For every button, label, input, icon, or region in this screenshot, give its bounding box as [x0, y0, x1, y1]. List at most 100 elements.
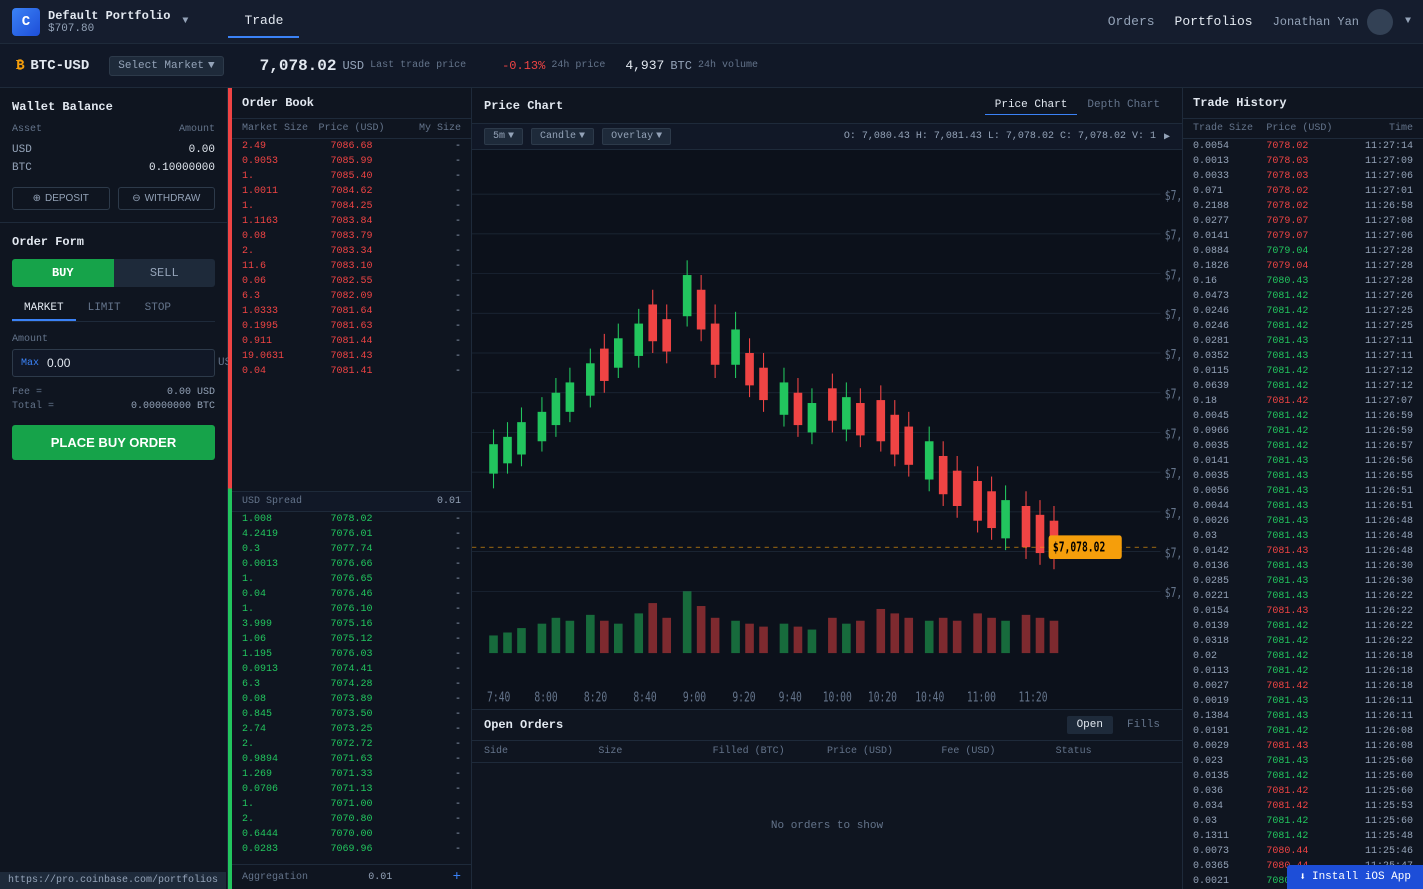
select-market-btn[interactable]: Select Market ▼: [109, 56, 223, 76]
buy-my-size: -: [388, 589, 461, 600]
buy-price: 7075.12: [315, 634, 388, 645]
amount-input[interactable]: [39, 350, 210, 376]
buy-order-row[interactable]: 2. 7070.80 -: [232, 812, 471, 827]
nav-tab-trade[interactable]: Trade: [228, 5, 299, 38]
chart-container[interactable]: $7,135 $7,130 $7,125 $7,120 $7,115 $7,11…: [472, 150, 1182, 709]
trade-price: 7081.43: [1266, 336, 1339, 347]
sell-order-row[interactable]: 1.1163 7083.84 -: [232, 214, 471, 229]
trade-time: 11:27:28: [1340, 246, 1413, 257]
sell-order-row[interactable]: 0.9053 7085.99 -: [232, 154, 471, 169]
buy-order-row[interactable]: 1.008 7078.02 -: [232, 512, 471, 527]
nav-portfolios[interactable]: Portfolios: [1175, 14, 1253, 29]
trade-price: 7081.42: [1266, 771, 1339, 782]
chart-header: Price Chart Price Chart Depth Chart: [472, 88, 1182, 124]
trade-size: 0.0884: [1193, 246, 1266, 257]
buy-size: 2.: [242, 814, 315, 825]
url-text: https://pro.coinbase.com/portfolios: [8, 875, 218, 886]
order-type-market[interactable]: MARKET: [12, 297, 76, 321]
sell-order-row[interactable]: 0.911 7081.44 -: [232, 334, 471, 349]
order-type-limit[interactable]: LIMIT: [76, 297, 133, 321]
buy-order-row[interactable]: 0.845 7073.50 -: [232, 707, 471, 722]
portfolio-info[interactable]: Default Portfolio $707.80: [48, 9, 170, 35]
trade-price: 7081.43: [1266, 741, 1339, 752]
buy-order-row[interactable]: 4.2419 7076.01 -: [232, 527, 471, 542]
withdraw-btn[interactable]: ⊖ WITHDRAW: [118, 187, 216, 210]
trade-price: 7080.43: [1266, 276, 1339, 287]
buy-order-row[interactable]: 0.9894 7071.63 -: [232, 752, 471, 767]
buy-order-row[interactable]: 0.08 7073.89 -: [232, 692, 471, 707]
sell-order-row[interactable]: 1. 7084.25 -: [232, 199, 471, 214]
sell-order-row[interactable]: 1.0011 7084.62 -: [232, 184, 471, 199]
sell-tab[interactable]: SELL: [114, 259, 216, 287]
trade-price: 7081.42: [1266, 621, 1339, 632]
sell-order-row[interactable]: 0.08 7083.79 -: [232, 229, 471, 244]
tab-price-chart[interactable]: Price Chart: [985, 96, 1078, 115]
open-tab[interactable]: Open: [1067, 716, 1113, 734]
buy-order-row[interactable]: 1.06 7075.12 -: [232, 632, 471, 647]
portfolio-dropdown-icon[interactable]: ▼: [182, 16, 188, 27]
buy-order-row[interactable]: 0.0013 7076.66 -: [232, 557, 471, 572]
timeframe-selector[interactable]: 5m ▼: [484, 128, 523, 145]
buy-price: 7070.00: [315, 829, 388, 840]
buy-my-size: -: [388, 544, 461, 555]
max-link[interactable]: Max: [13, 358, 39, 369]
trade-size: 0.0026: [1193, 516, 1266, 527]
trade-price: 7081.42: [1266, 306, 1339, 317]
buy-order-row[interactable]: 0.0706 7071.13 -: [232, 782, 471, 797]
buy-price: 7071.00: [315, 799, 388, 810]
trade-size: 0.034: [1193, 801, 1266, 812]
buy-order-row[interactable]: 1. 7071.00 -: [232, 797, 471, 812]
buy-order-row[interactable]: 1.269 7071.33 -: [232, 767, 471, 782]
buy-order-row[interactable]: 2. 7072.72 -: [232, 737, 471, 752]
sell-order-row[interactable]: 1. 7085.40 -: [232, 169, 471, 184]
buy-order-row[interactable]: 3.999 7075.16 -: [232, 617, 471, 632]
overlay-selector[interactable]: Overlay ▼: [602, 128, 671, 145]
trade-time: 11:27:26: [1340, 291, 1413, 302]
buy-order-row[interactable]: 1.195 7076.03 -: [232, 647, 471, 662]
install-bar[interactable]: ⬇ Install iOS App: [1287, 865, 1423, 889]
list-item: 0.0033 7078.03 11:27:06: [1183, 169, 1423, 184]
user-dropdown-icon[interactable]: ▼: [1405, 16, 1411, 27]
trade-price: 7081.42: [1266, 801, 1339, 812]
sell-order-row[interactable]: 1.0333 7081.64 -: [232, 304, 471, 319]
trade-size: 0.0045: [1193, 411, 1266, 422]
place-order-btn[interactable]: PLACE BUY ORDER: [12, 425, 215, 460]
svg-text:$7,100: $7,100: [1165, 465, 1182, 481]
buy-order-row[interactable]: 2.74 7073.25 -: [232, 722, 471, 737]
buy-order-row[interactable]: 0.0913 7074.41 -: [232, 662, 471, 677]
sell-order-row[interactable]: 11.6 7083.10 -: [232, 259, 471, 274]
buy-order-row[interactable]: 0.6444 7070.00 -: [232, 827, 471, 842]
amount-input-row: Max USD: [12, 349, 215, 377]
buy-order-row[interactable]: 0.3 7077.74 -: [232, 542, 471, 557]
agg-plus-btn[interactable]: +: [453, 869, 461, 885]
sell-order-row[interactable]: 2. 7083.34 -: [232, 244, 471, 259]
sell-order-row[interactable]: 19.0631 7081.43 -: [232, 349, 471, 364]
sell-order-row[interactable]: 6.3 7082.09 -: [232, 289, 471, 304]
buy-order-row[interactable]: 6.3 7074.28 -: [232, 677, 471, 692]
sell-order-row[interactable]: 0.06 7082.55 -: [232, 274, 471, 289]
deposit-btn[interactable]: ⊕ DEPOSIT: [12, 187, 110, 210]
trade-time: 11:27:25: [1340, 321, 1413, 332]
sell-order-row[interactable]: 2.49 7086.68 -: [232, 139, 471, 154]
buy-order-row[interactable]: 0.0283 7069.96 -: [232, 842, 471, 857]
list-item: 0.0141 7081.43 11:26:56: [1183, 454, 1423, 469]
trade-size: 0.0044: [1193, 501, 1266, 512]
trade-time: 11:27:06: [1340, 231, 1413, 242]
order-type-stop[interactable]: STOP: [133, 297, 183, 321]
list-item: 0.0221 7081.43 11:26:22: [1183, 589, 1423, 604]
buy-tab[interactable]: BUY: [12, 259, 114, 287]
sell-order-row[interactable]: 0.1995 7081.63 -: [232, 319, 471, 334]
user-avatar[interactable]: [1367, 9, 1393, 35]
trade-price: 7081.42: [1266, 291, 1339, 302]
trade-price: 7081.43: [1266, 576, 1339, 587]
buy-order-row[interactable]: 1. 7076.10 -: [232, 602, 471, 617]
fills-tab[interactable]: Fills: [1117, 716, 1170, 734]
chart-type-selector[interactable]: Candle ▼: [531, 128, 594, 145]
tab-depth-chart[interactable]: Depth Chart: [1077, 96, 1170, 115]
fee-row: Fee = 0.00 USD: [12, 387, 215, 398]
buy-order-row[interactable]: 0.04 7076.46 -: [232, 587, 471, 602]
trade-time: 11:25:60: [1340, 756, 1413, 767]
nav-orders[interactable]: Orders: [1108, 14, 1155, 29]
buy-order-row[interactable]: 1. 7076.65 -: [232, 572, 471, 587]
sell-order-row[interactable]: 0.04 7081.41 -: [232, 364, 471, 379]
